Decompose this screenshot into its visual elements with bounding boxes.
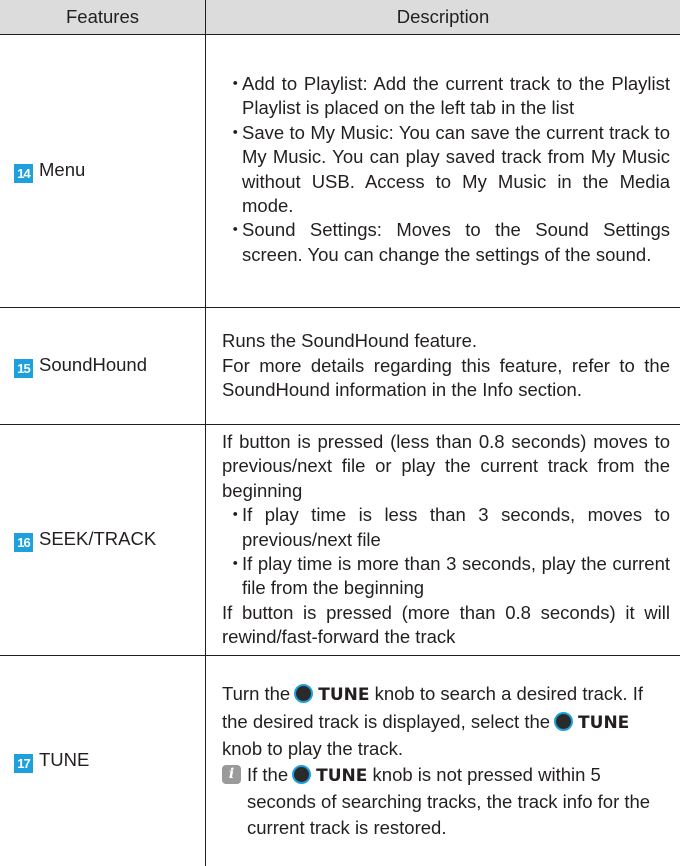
description-text: Runs the SoundHound feature. [222,330,478,352]
feature-name: Menu [39,159,86,180]
bullet-icon: ・ [226,72,245,94]
list-item: ・ Add to Playlist: Add the current track … [226,72,670,119]
description-cell: If button is pressed (less than 0.8 seco… [205,424,680,656]
feature-number-badge: 17 [14,753,33,773]
feature-number-badge: 16 [14,532,33,552]
table-row-seek-track: 16 SEEK/TRACK If button is pressed (less … [0,424,680,656]
description-cell: Turn the TUNE knob to search a desired tr… [205,654,680,866]
description-cell: ・ Add to Playlist: Add the current track … [205,34,680,308]
feature-number-badge: 14 [14,164,33,183]
bullet-icon: ・ [226,504,245,526]
feature-number-badge: 15 [14,359,33,378]
table-header-row: Features Description [0,0,680,35]
list-item: ・ If play time is more than 3 seconds, pl… [226,553,670,599]
feature-cell: 14 Menu [0,34,206,308]
tune-knob-icon [294,684,314,704]
table-row-menu: 14 Menu ・ Add to Playlist: Add the current… [0,34,680,308]
feature-cell: 15 SoundHound [0,307,206,425]
list-item: ・ Sound Settings: Moves to the Sound Sett… [226,219,670,265]
feature-cell: 17 TUNE [0,654,206,866]
feature-cell: 16 SEEK/TRACK [0,424,206,656]
feature-name: SEEK/TRACK [39,527,157,549]
bullet-icon: ・ [226,219,245,241]
feature-name: TUNE [39,748,90,770]
list-item: ・ Save to My Music: You can save the curr… [226,121,670,216]
features-column-header: Features [0,0,206,35]
description-text: If button is pressed (less than 0.8 seco… [222,431,670,501]
bullet-icon: ・ [226,121,245,143]
features-table: Features Description 14 Menu ・ Add to Play… [0,0,680,866]
tune-knob-icon [554,711,574,731]
description-text: For more details regarding this feature,… [222,354,670,401]
description-cell: Runs the SoundHound feature. For more de… [205,307,680,425]
tune-knob-icon [292,764,312,784]
table-row-soundhound: 15 SoundHound Runs the SoundHound feature… [0,307,680,425]
description-column-header: Description [205,0,680,35]
description-text: If button is pressed (more than 0.8 seco… [222,601,670,648]
bullet-icon: ・ [226,553,245,575]
description-text: Turn the TUNE knob to search a desired tr… [222,683,643,760]
info-icon: i [222,764,241,784]
table-row-tune: 17 TUNE Turn the TUNE knob to search a des… [0,654,680,866]
feature-name: SoundHound [39,354,148,375]
info-note: i If the TUNE knob is not pressed within 5… [222,762,670,841]
list-item: ・ If play time is less than 3 seconds, mo… [226,504,670,550]
